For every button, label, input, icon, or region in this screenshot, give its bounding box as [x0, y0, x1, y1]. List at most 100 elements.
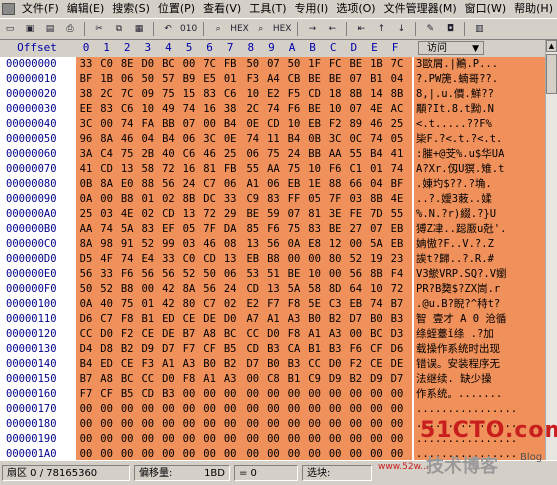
hex-byte[interactable]: CC [243, 327, 263, 342]
hex-byte[interactable]: 00 [243, 387, 263, 402]
hex-byte[interactable]: 00 [284, 432, 304, 447]
hex-byte[interactable]: C8 [263, 372, 283, 387]
text-row[interactable]: PR?B奦$?ZX峝.r [414, 282, 545, 297]
hex-byte[interactable]: F6 [263, 222, 283, 237]
hex-byte[interactable]: 18 [325, 87, 345, 102]
hex-byte[interactable]: 46 [366, 117, 386, 132]
hex-byte[interactable]: B7 [76, 372, 96, 387]
hex-byte[interactable]: 53 [243, 267, 263, 282]
menu-item-1[interactable]: 编辑(E) [63, 0, 109, 18]
hex-byte[interactable]: 00 [138, 417, 158, 432]
hex-byte[interactable]: 55 [387, 207, 407, 222]
hex-byte[interactable]: B5 [117, 387, 137, 402]
hex-byte[interactable]: F8 [284, 297, 304, 312]
hex-byte[interactable]: 13 [220, 252, 240, 267]
hex-byte[interactable]: BF [76, 72, 96, 87]
hex-byte[interactable]: 00 [346, 387, 366, 402]
hex-byte[interactable]: 33 [97, 267, 117, 282]
hex-byte[interactable]: C7 [200, 177, 220, 192]
hex-byte[interactable]: 74 [117, 117, 137, 132]
hex-byte[interactable]: 56 [76, 267, 96, 282]
hex-byte[interactable]: CD [97, 162, 117, 177]
hex-byte[interactable]: 5A [117, 222, 137, 237]
hex-byte[interactable]: 55 [243, 162, 263, 177]
hex-byte[interactable]: 1F [305, 57, 325, 72]
hex-byte[interactable]: D0 [158, 372, 178, 387]
hex-byte[interactable]: F6 [346, 342, 366, 357]
hex-byte[interactable]: 05 [305, 192, 325, 207]
hex-byte[interactable]: 2C [97, 87, 117, 102]
hex-byte[interactable]: CE [117, 357, 137, 372]
hex-byte[interactable]: BF [387, 177, 407, 192]
hex-byte[interactable]: D0 [220, 312, 240, 327]
hex-byte[interactable]: 01 [366, 162, 386, 177]
hex-byte[interactable]: C6 [117, 102, 137, 117]
hex-byte[interactable]: 00 [325, 447, 345, 460]
hex-byte[interactable]: 00 [387, 417, 407, 432]
hex-byte[interactable]: 00 [220, 432, 240, 447]
hex-byte[interactable]: 8A [179, 282, 199, 297]
hex-byte[interactable]: 00 [220, 447, 240, 460]
hex-byte[interactable]: BC [220, 327, 240, 342]
hex-byte[interactable]: 7D [366, 207, 386, 222]
hex-byte[interactable]: 52 [138, 237, 158, 252]
hex-byte[interactable]: 50 [138, 72, 158, 87]
hex-byte[interactable]: CA [284, 342, 304, 357]
toolbar-←-icon[interactable]: ← [324, 21, 340, 37]
hex-byte[interactable]: 3A [76, 147, 96, 162]
menu-item-6[interactable]: 专用(I) [291, 0, 333, 18]
hex-byte[interactable]: 10 [305, 162, 325, 177]
hex-byte[interactable]: 74 [179, 102, 199, 117]
hex-byte[interactable]: 4E [387, 192, 407, 207]
hex-byte[interactable]: 00 [138, 447, 158, 460]
hex-byte[interactable]: FE [346, 207, 366, 222]
hex-byte[interactable]: 52 [97, 282, 117, 297]
hex-byte[interactable]: CE [138, 327, 158, 342]
menu-item-9[interactable]: 窗口(W) [461, 0, 510, 18]
hex-byte[interactable]: 74 [366, 297, 386, 312]
hex-byte[interactable]: F7 [263, 297, 283, 312]
hex-byte[interactable]: C9 [305, 372, 325, 387]
hex-byte[interactable]: B8 [117, 192, 137, 207]
hex-byte[interactable]: BB [158, 117, 178, 132]
hex-byte[interactable]: 8B [179, 192, 199, 207]
hex-byte[interactable]: 00 [76, 417, 96, 432]
hex-byte[interactable]: 74 [387, 162, 407, 177]
toolbar-notes-icon[interactable]: ▥ [471, 21, 487, 37]
hex-byte[interactable]: 83 [200, 87, 220, 102]
toolbar-cut-icon[interactable]: ✂ [91, 21, 107, 37]
hex-byte[interactable]: 13 [243, 237, 263, 252]
hex-byte[interactable]: DE [158, 327, 178, 342]
hex-byte[interactable]: DE [200, 312, 220, 327]
hex-byte[interactable]: 00 [97, 447, 117, 460]
hex-byte[interactable]: 85 [243, 222, 263, 237]
hex-byte[interactable]: 00 [158, 417, 178, 432]
hex-byte[interactable]: D8 [97, 342, 117, 357]
hex-byte[interactable]: 56 [158, 177, 178, 192]
hex-byte[interactable]: 00 [325, 432, 345, 447]
hex-byte[interactable]: B8 [117, 282, 137, 297]
text-row[interactable]: ..?.嬡3蓛..媃 [414, 192, 545, 207]
hex-byte[interactable]: D4 [76, 342, 96, 357]
hex-byte[interactable]: 24 [220, 282, 240, 297]
hex-byte[interactable]: 00 [366, 387, 386, 402]
hex-byte[interactable]: DE [387, 357, 407, 372]
text-row[interactable]: A?Xr.仭U猽.雉.t [414, 162, 545, 177]
hex-byte[interactable]: 02 [220, 297, 240, 312]
hex-byte[interactable]: 00 [138, 282, 158, 297]
hex-byte[interactable]: 00 [97, 192, 117, 207]
hex-byte[interactable]: 00 [263, 387, 283, 402]
hex-byte[interactable]: C0 [97, 57, 117, 72]
hex-byte[interactable]: 00 [117, 432, 137, 447]
hex-byte[interactable]: EE [76, 102, 96, 117]
hex-byte[interactable]: 75 [284, 162, 304, 177]
hex-byte[interactable]: 06 [220, 267, 240, 282]
hex-byte[interactable]: 12 [325, 237, 345, 252]
hex-byte[interactable]: 00 [158, 402, 178, 417]
hex-byte[interactable]: 8A [97, 132, 117, 147]
hex-byte[interactable]: FB [220, 57, 240, 72]
hex-byte[interactable]: 15 [179, 87, 199, 102]
hex-byte[interactable]: C6 [220, 87, 240, 102]
hex-byte[interactable]: 00 [97, 402, 117, 417]
hex-byte[interactable]: 72 [200, 207, 220, 222]
